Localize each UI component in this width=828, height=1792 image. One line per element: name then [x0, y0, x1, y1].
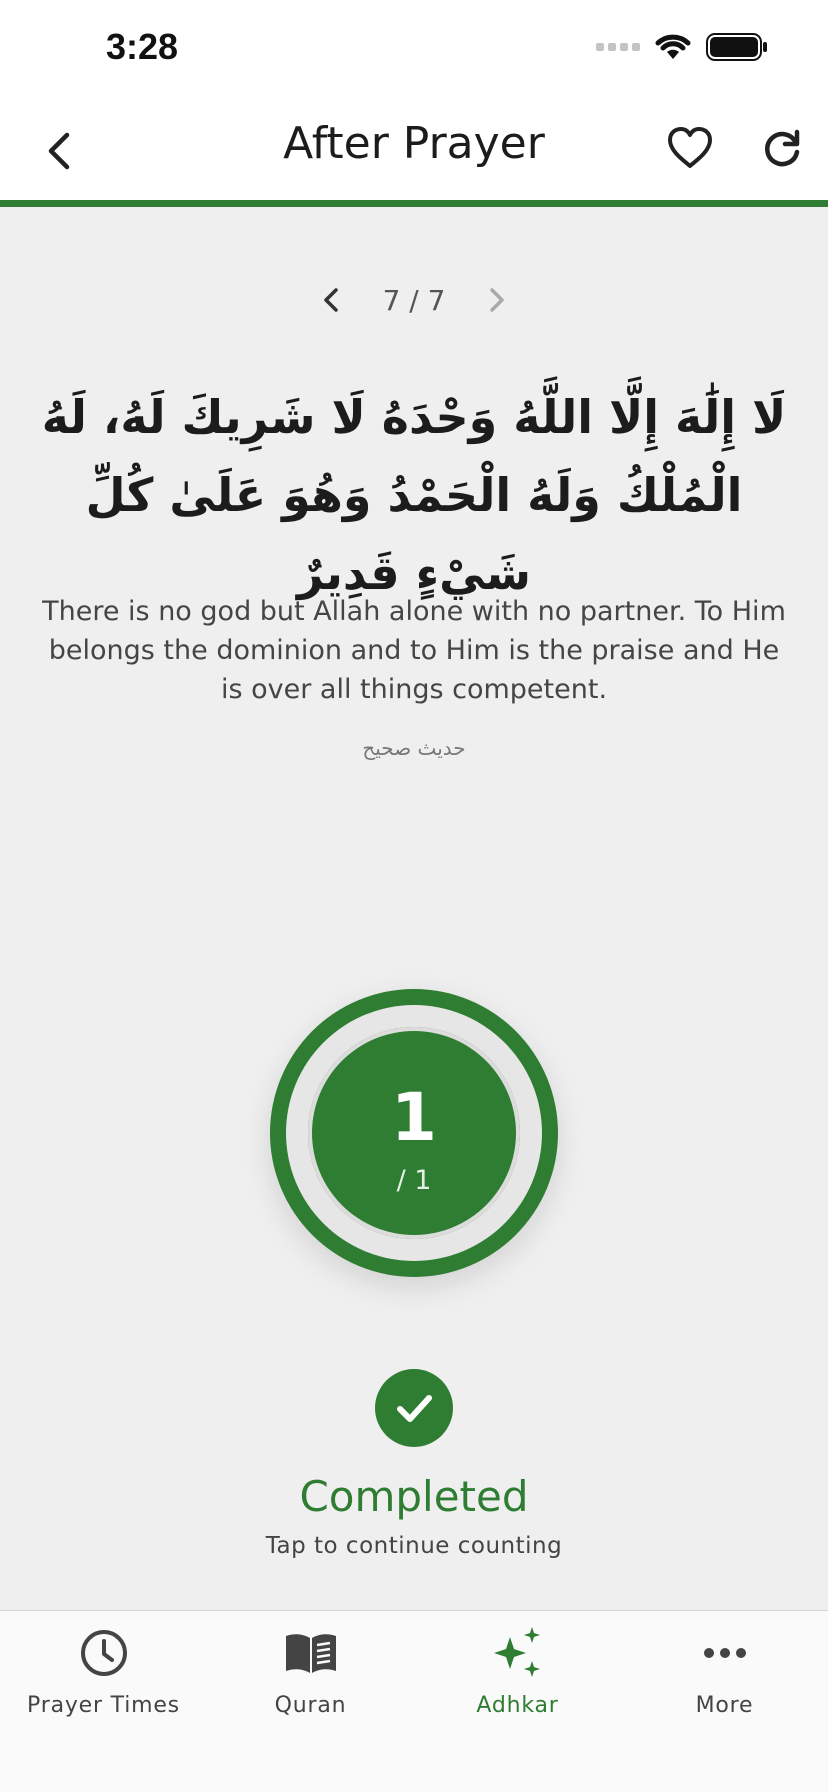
previous-dhikr-button[interactable]	[313, 282, 349, 318]
chevron-left-icon	[323, 288, 338, 312]
count-value: 1	[391, 1079, 437, 1156]
nav-item-more[interactable]: More	[621, 1611, 828, 1792]
cellular-signal-icon	[596, 43, 640, 51]
book-icon	[283, 1625, 339, 1681]
nav-item-adhkar[interactable]: Adhkar	[414, 1611, 621, 1792]
status-bar: 3:28	[0, 0, 828, 100]
more-dots-icon	[697, 1625, 753, 1681]
nav-label: More	[695, 1693, 754, 1718]
dhikr-translation: There is no god but Allah alone with no …	[42, 596, 786, 705]
checkmark-icon	[397, 1395, 432, 1422]
refresh-icon	[765, 129, 800, 167]
nav-label: Prayer Times	[27, 1693, 180, 1718]
continue-hint: Tap to continue counting	[265, 1533, 563, 1559]
bottom-navigation: Prayer Times Quran Adhkar More	[0, 1610, 828, 1792]
tasbih-counter-button[interactable]: 1 / 1	[270, 989, 558, 1277]
dhikr-arabic-text: لَا إِلَٰهَ إِلَّا اللَّهُ وَحْدَهُ لَا …	[41, 390, 787, 600]
favorite-button[interactable]	[664, 122, 716, 174]
nav-label: Adhkar	[476, 1693, 559, 1718]
wifi-icon	[655, 34, 691, 59]
completed-label: Completed	[299, 1472, 529, 1521]
next-dhikr-button[interactable]	[479, 282, 515, 318]
counter-center: 1 / 1	[308, 1027, 520, 1239]
page-indicator: 7 / 7	[382, 283, 446, 317]
heart-icon	[668, 127, 712, 168]
nav-label: Quran	[274, 1693, 347, 1718]
dhikr-pager: 7 / 7	[0, 280, 828, 320]
status-icons	[596, 32, 768, 62]
status-time: 3:28	[106, 26, 179, 67]
count-total: / 1	[396, 1165, 432, 1196]
clock-icon	[76, 1625, 132, 1681]
nav-item-quran[interactable]: Quran	[207, 1611, 414, 1792]
battery-icon	[706, 33, 767, 61]
app-bar: After Prayer	[0, 100, 828, 207]
sparkles-icon	[490, 1625, 546, 1681]
nav-item-prayer-times[interactable]: Prayer Times	[0, 1611, 207, 1792]
completed-check-icon	[375, 1369, 453, 1447]
chevron-right-icon	[490, 288, 505, 312]
reset-button[interactable]	[756, 122, 808, 174]
dhikr-source: حديث صحيح	[362, 736, 466, 760]
